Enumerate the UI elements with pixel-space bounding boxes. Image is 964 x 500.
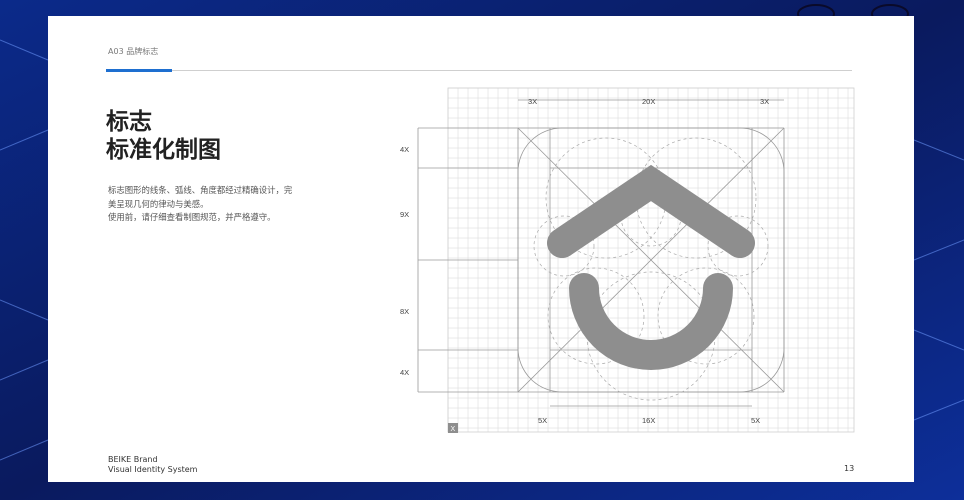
- description-line: 使用前，请仔细查看制图规范，并严格遵守。: [108, 212, 276, 222]
- page-title: 标志 标准化制图: [106, 108, 221, 164]
- footer-brand-line-2: Visual Identity System: [108, 465, 198, 474]
- logo-roof: [547, 164, 755, 258]
- unit-label: X: [451, 426, 456, 433]
- title-line-1: 标志: [106, 109, 152, 135]
- header-divider: [106, 70, 852, 71]
- document-page: A03 品牌标志 标志 标准化制图 标志图形的线条、弧线、角度都经过精确设计，完…: [48, 16, 914, 482]
- logo-construction-drawing: 3X 20X 3X 4X 9X 8X 4X 5X 16X 5X X: [400, 87, 855, 433]
- footer-brand-line-1: BEIKE Brand: [108, 455, 158, 464]
- logo-mark: [547, 164, 755, 370]
- footer-brand: BEIKE Brand Visual Identity System: [108, 455, 197, 475]
- left-label: 8X: [400, 307, 409, 316]
- description-line: 美呈现几何的律动与美感。: [108, 198, 209, 209]
- top-label: 3X: [528, 97, 537, 106]
- bottom-label: 16X: [642, 416, 655, 425]
- top-label: 3X: [760, 97, 769, 106]
- bottom-label: 5X: [751, 416, 760, 425]
- top-label: 20X: [642, 97, 655, 106]
- left-label: 4X: [400, 145, 409, 154]
- header-accent-bar: [106, 69, 172, 72]
- page-number: 13: [844, 464, 855, 473]
- description-line: 标志图形的线条、弧线、角度都经过精确设计，完: [108, 185, 293, 195]
- left-label: 4X: [400, 368, 409, 377]
- dimension-labels: 3X 20X 3X 4X 9X 8X 4X 5X 16X 5X: [400, 97, 769, 425]
- section-label: A03 品牌标志: [108, 47, 159, 56]
- construction-frame: [417, 87, 855, 433]
- title-line-2: 标准化制图: [106, 137, 221, 163]
- description: 标志图形的线条、弧线、角度都经过精确设计，完 美呈现几何的律动与美感。 使用前，…: [108, 184, 308, 225]
- bottom-label: 5X: [538, 416, 547, 425]
- left-label: 9X: [400, 210, 409, 219]
